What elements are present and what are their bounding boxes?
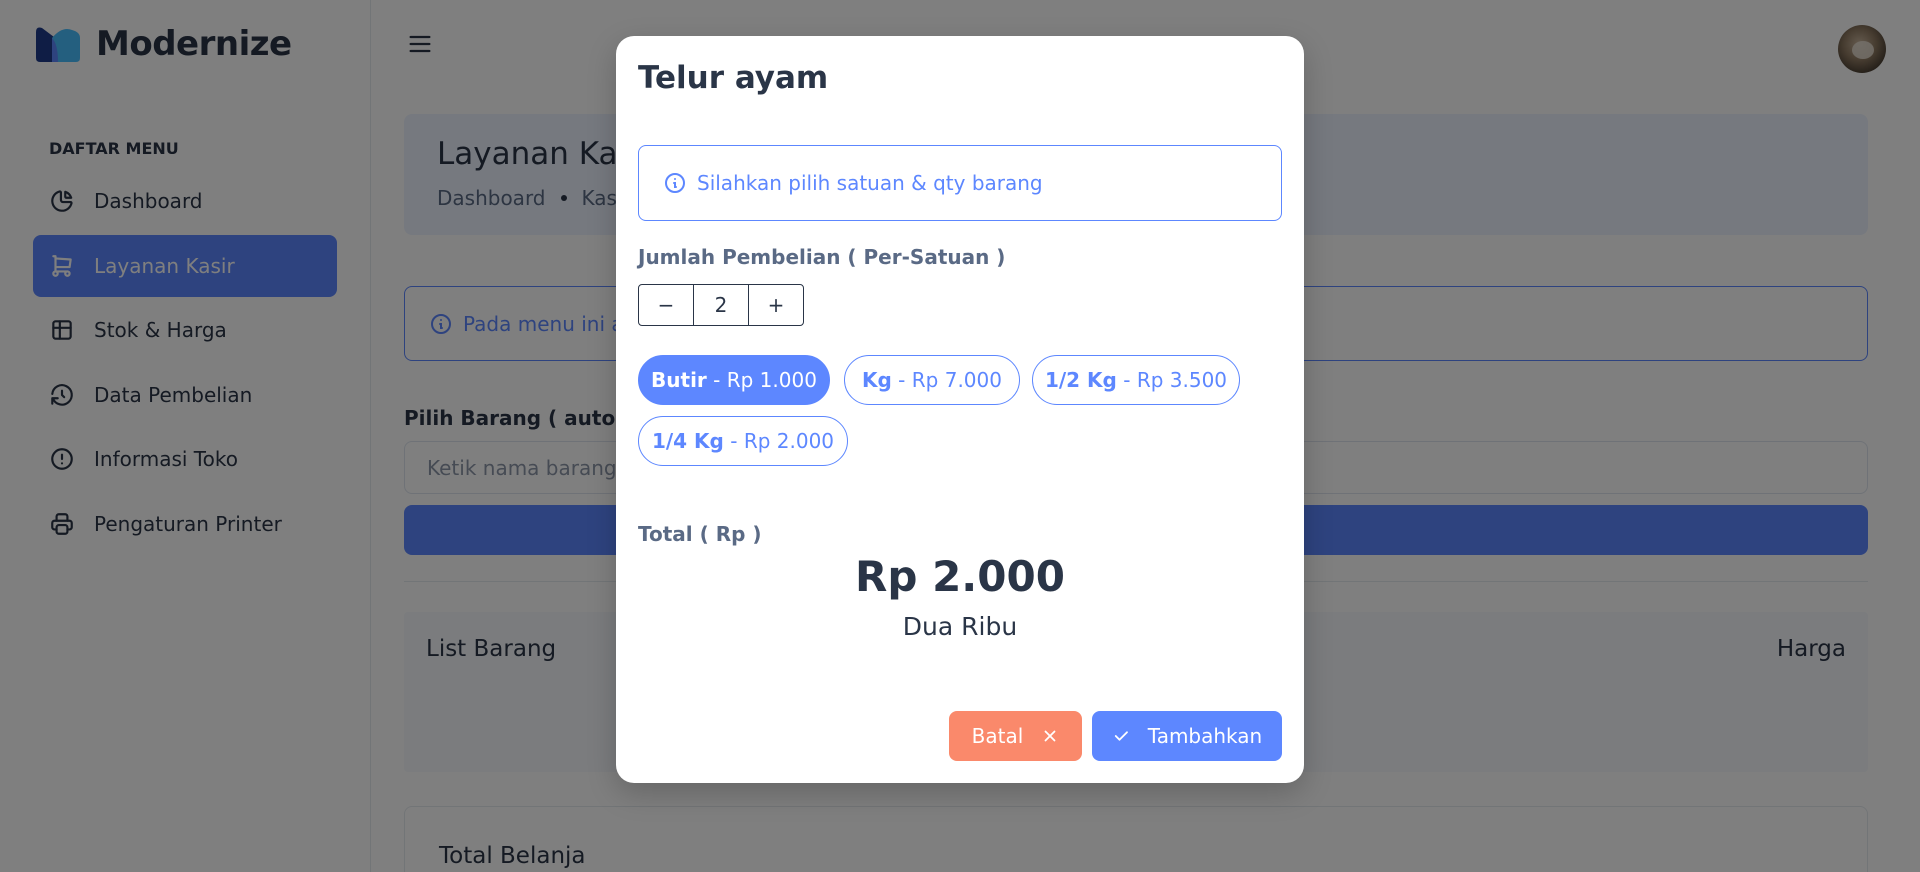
unit-option-quarter-kg[interactable]: 1/4 Kg - Rp 2.000 (638, 416, 848, 466)
check-icon (1112, 727, 1130, 745)
unit-separator: - (1116, 368, 1137, 392)
unit-name: Kg (862, 368, 892, 392)
total-label: Total ( Rp ) (638, 522, 762, 546)
unit-option-kg[interactable]: Kg - Rp 7.000 (844, 355, 1020, 405)
modal-alert-text: Silahkan pilih satuan & qty barang (697, 171, 1043, 195)
cancel-button-label: Batal (971, 724, 1024, 748)
unit-separator: - (723, 429, 744, 453)
unit-price: Rp 7.000 (911, 368, 1002, 392)
qty-increment-button[interactable]: + (749, 285, 803, 325)
unit-name: 1/2 Kg (1044, 368, 1117, 392)
unit-name: 1/4 Kg (651, 429, 724, 453)
modal-title: Telur ayam (638, 60, 829, 96)
qty-decrement-button[interactable]: − (639, 285, 693, 325)
unit-option-butir[interactable]: Butir - Rp 1.000 (638, 355, 830, 405)
unit-separator: - (891, 368, 912, 392)
unit-option-half-kg[interactable]: 1/2 Kg - Rp 3.500 (1032, 355, 1240, 405)
total-value: Rp 2.000 (855, 552, 1065, 601)
quantity-stepper: − 2 + (638, 284, 804, 326)
add-button-label: Tambahkan (1147, 724, 1263, 748)
qty-label: Jumlah Pembelian ( Per-Satuan ) (638, 245, 1006, 269)
unit-price: Rp 1.000 (726, 368, 817, 392)
unit-name: Butir (651, 368, 707, 392)
cancel-button[interactable]: Batal (949, 711, 1082, 761)
add-button[interactable]: Tambahkan (1092, 711, 1282, 761)
info-icon (663, 171, 687, 195)
unit-price: Rp 2.000 (743, 429, 835, 453)
unit-price: Rp 3.500 (1136, 368, 1228, 392)
total-in-words: Dua Ribu (902, 612, 1018, 641)
close-icon (1041, 727, 1059, 745)
unit-separator: - (706, 368, 727, 392)
product-modal: Telur ayam Silahkan pilih satuan & qty b… (616, 36, 1304, 783)
modal-info-alert: Silahkan pilih satuan & qty barang (638, 145, 1282, 221)
qty-value[interactable]: 2 (693, 285, 749, 325)
